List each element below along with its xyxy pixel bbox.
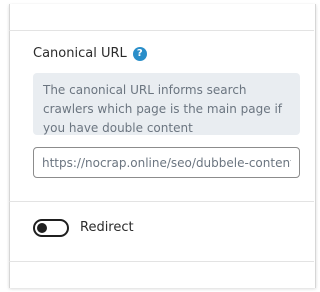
canonical-url-heading: Canonical URL ? (33, 46, 147, 61)
canonical-url-label: Canonical URL (33, 46, 127, 61)
canonical-url-input[interactable] (33, 147, 300, 178)
redirect-label: Redirect (80, 220, 134, 235)
redirect-toggle[interactable] (33, 219, 69, 237)
section-divider-bottom (9, 261, 314, 262)
canonical-url-hint: The canonical URL informs search crawler… (33, 73, 300, 135)
section-divider-middle (9, 201, 314, 202)
help-icon[interactable]: ? (132, 46, 147, 61)
section-divider-top (9, 30, 314, 31)
toggle-knob (37, 223, 47, 233)
